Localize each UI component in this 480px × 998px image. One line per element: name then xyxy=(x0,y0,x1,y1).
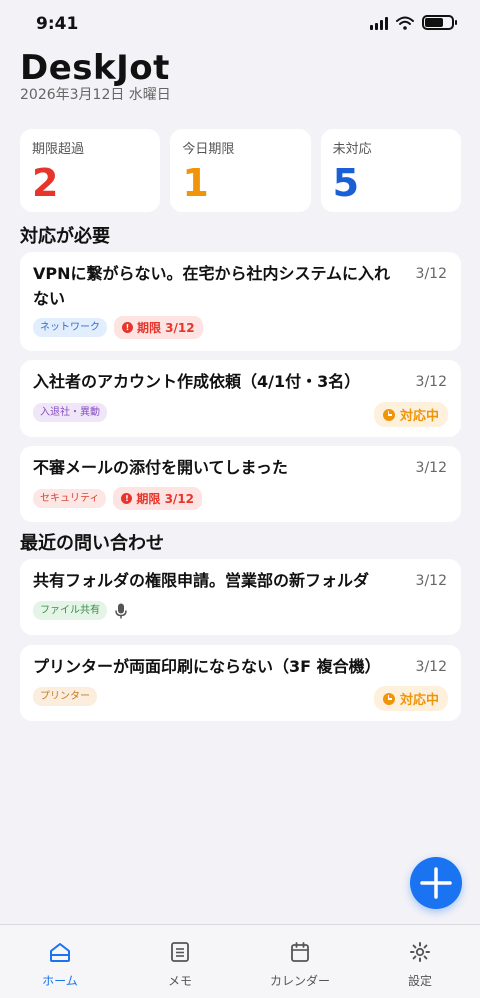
ticket-card[interactable]: 共有フォルダの権限申請。営業部の新フォルダ 3/12 ファイル共有 xyxy=(20,559,461,635)
home-icon xyxy=(50,943,70,962)
gear-icon xyxy=(410,942,430,962)
plus-icon xyxy=(420,867,452,899)
tab-label: 設定 xyxy=(407,974,432,988)
clock-icon xyxy=(382,692,395,705)
ticket-title: 入社者のアカウント作成依頼（4/1付・3名） xyxy=(33,372,361,391)
stat-value: 2 xyxy=(32,161,59,205)
ticket-title: 共有フォルダの権限申請。営業部の新フォルダ xyxy=(33,571,370,590)
section-title-needs-action: 対応が必要 xyxy=(20,226,110,247)
tab-memo[interactable]: メモ xyxy=(120,925,240,998)
stat-card-unhandled[interactable]: 未対応 5 xyxy=(320,129,461,212)
category-tag: ネットワーク xyxy=(33,318,107,337)
tab-label: カレンダー xyxy=(269,974,330,988)
status-label: 対応中 xyxy=(399,693,439,708)
stat-label: 未対応 xyxy=(332,142,372,157)
ticket-tags: プリンター xyxy=(33,687,97,706)
tab-label: ホーム xyxy=(42,974,78,988)
ticket-date: 3/12 xyxy=(415,374,447,390)
category-tag: 入退社・異動 xyxy=(33,403,107,422)
tab-home[interactable]: ホーム xyxy=(0,925,120,998)
due-label: 期限 3/12 xyxy=(137,321,195,335)
stat-label: 期限超過 xyxy=(32,142,85,157)
ticket-tags: 入退社・異動 xyxy=(33,403,107,422)
status-bar: 9:41 xyxy=(0,0,480,50)
alert-icon: ! xyxy=(121,493,133,504)
stat-card-due-today[interactable]: 今日期限 1 xyxy=(170,129,311,212)
status-pill: 対応中 xyxy=(373,402,448,427)
ticket-title: VPNに繋がらない。在宅から社内システムに入れない xyxy=(33,264,391,308)
mic-icon xyxy=(115,603,127,618)
tab-settings[interactable]: 設定 xyxy=(360,925,480,998)
battery-icon xyxy=(422,15,457,30)
app-title: DeskJot xyxy=(20,48,170,88)
alert-icon: ! xyxy=(122,322,133,333)
status-icons xyxy=(370,15,457,30)
status-time: 9:41 xyxy=(36,14,79,34)
status-label: 対応中 xyxy=(399,409,439,424)
stats-row: 期限超過 2 今日期限 1 未対応 5 xyxy=(20,129,461,212)
current-date: 2026年3月12日 水曜日 xyxy=(20,87,171,103)
due-label: 期限 3/12 xyxy=(136,492,195,506)
ticket-card[interactable]: プリンターが両面印刷にならない（3F 複合機） 3/12 プリンター 対応中 xyxy=(20,645,461,721)
due-badge: ! 期限 3/12 xyxy=(114,316,203,339)
ticket-tags: ファイル共有 xyxy=(33,601,128,620)
stat-card-overdue[interactable]: 期限超過 2 xyxy=(20,129,161,212)
ticket-card[interactable]: VPNに繋がらない。在宅から社内システムに入れない 3/12 ネットワーク ! … xyxy=(20,252,461,351)
stat-label: 今日期限 xyxy=(182,142,235,157)
add-ticket-button[interactable] xyxy=(410,857,462,909)
category-tag: プリンター xyxy=(33,687,97,706)
tab-calendar[interactable]: カレンダー xyxy=(240,925,360,998)
wifi-icon xyxy=(396,16,414,30)
section-title-recent: 最近の問い合わせ xyxy=(20,533,164,554)
category-tag: セキュリティ xyxy=(33,489,107,508)
clock-icon xyxy=(382,408,395,421)
ticket-date: 3/12 xyxy=(415,659,447,675)
category-tag: ファイル共有 xyxy=(33,601,107,620)
tab-bar: ホーム メモ カレンダー 設定 xyxy=(0,924,480,998)
status-pill: 対応中 xyxy=(373,686,448,711)
ticket-tags: セキュリティ ! 期限 3/12 xyxy=(33,487,203,510)
ticket-card[interactable]: 入社者のアカウント作成依頼（4/1付・3名） 3/12 入退社・異動 対応中 xyxy=(20,360,461,437)
stat-value: 5 xyxy=(332,161,360,205)
ticket-tags: ネットワーク ! 期限 3/12 xyxy=(33,316,203,339)
ticket-title: プリンターが両面印刷にならない（3F 複合機） xyxy=(33,657,381,676)
stat-value: 1 xyxy=(182,161,209,205)
signal-icon xyxy=(370,16,388,30)
ticket-date: 3/12 xyxy=(415,266,447,282)
memo-icon xyxy=(171,942,189,962)
ticket-date: 3/12 xyxy=(415,573,447,589)
due-badge: ! 期限 3/12 xyxy=(113,487,203,510)
ticket-title: 不審メールの添付を開いてしまった xyxy=(33,458,288,477)
ticket-date: 3/12 xyxy=(415,460,447,476)
tab-label: メモ xyxy=(167,974,192,988)
calendar-icon xyxy=(291,942,309,962)
ticket-card[interactable]: 不審メールの添付を開いてしまった 3/12 セキュリティ ! 期限 3/12 xyxy=(20,446,461,522)
